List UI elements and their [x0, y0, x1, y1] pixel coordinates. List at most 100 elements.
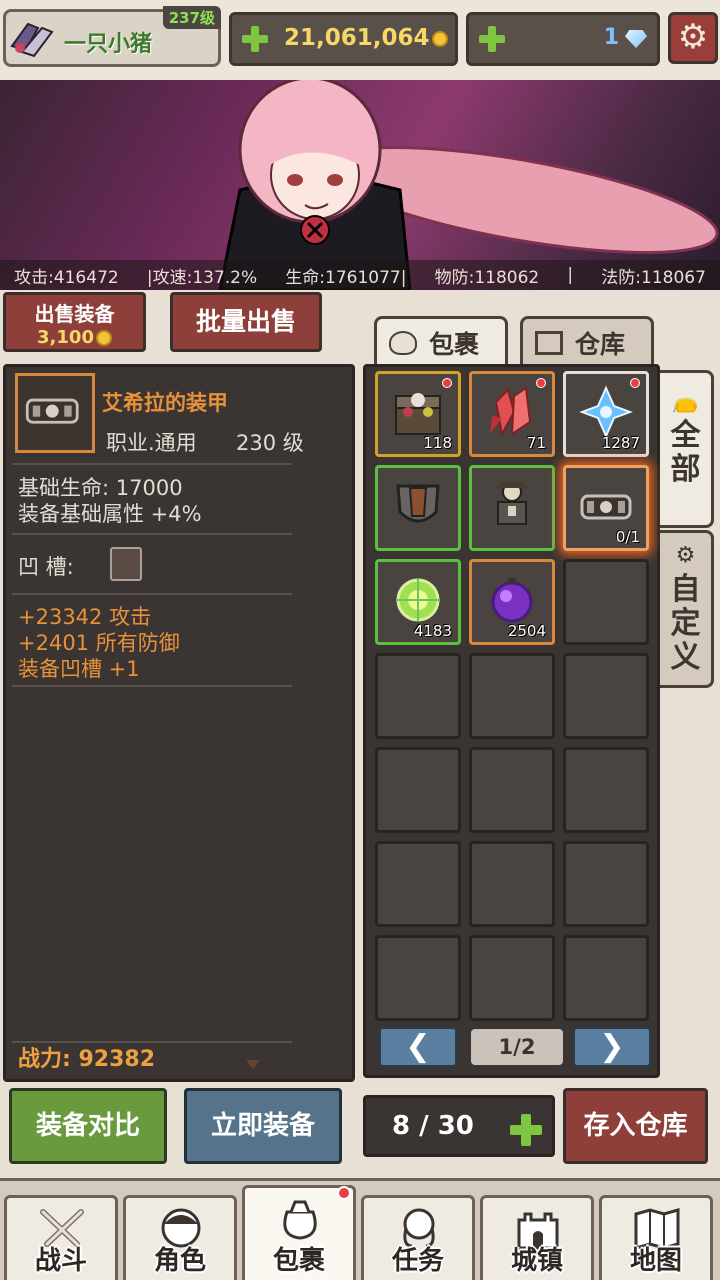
inventory-slot-empty[interactable]: [563, 559, 649, 645]
diamond-icon: [625, 30, 647, 48]
inventory-slot-filled[interactable]: 1287: [563, 371, 649, 457]
nav-battle[interactable]: 战斗: [4, 1195, 118, 1280]
inventory-panel: 118 71 1287 0/1 4183 2504 ❮ 1/2 ❯: [363, 364, 660, 1078]
armor-icon: [580, 494, 632, 520]
tab-bag-label: 包裹: [429, 330, 480, 359]
inventory-slot-empty[interactable]: [375, 747, 461, 833]
gold-amount: 21,061,064: [284, 25, 448, 51]
socket-label: 凹 槽:: [18, 555, 74, 579]
gear-icon: ⚙: [677, 17, 709, 57]
divider: [12, 593, 292, 595]
item-level: 230 级: [236, 431, 304, 455]
socket-slot[interactable]: [110, 547, 142, 581]
coin-icon: [431, 30, 448, 47]
stat-attack-speed: |攻速:137.2%: [146, 267, 258, 288]
inventory-slot-empty[interactable]: [375, 653, 461, 739]
new-item-dot: [536, 378, 546, 388]
inventory-slot-filled[interactable]: [469, 465, 555, 551]
inventory-slot-filled[interactable]: 4183: [375, 559, 461, 645]
tab-bag[interactable]: 包裹: [374, 316, 508, 364]
armor-figure-icon: [496, 482, 528, 525]
player-info[interactable]: 一只小猪 237级: [3, 6, 221, 67]
base-attr: 装备基础属性 +4%: [18, 502, 202, 526]
settings-button[interactable]: ⚙: [668, 12, 718, 64]
item-count: 118: [423, 434, 452, 452]
item-count: 71: [526, 434, 546, 452]
inventory-slot-empty[interactable]: [563, 841, 649, 927]
blue-crystal-icon: [579, 385, 633, 439]
nav-town[interactable]: 城镇: [480, 1195, 594, 1280]
item-name: 艾希拉的装甲: [102, 391, 228, 415]
page-indicator: 1/2: [471, 1029, 563, 1065]
inventory-slot-empty[interactable]: [469, 653, 555, 739]
inventory-slot-empty[interactable]: [469, 841, 555, 927]
gem-amount: 1: [603, 25, 619, 50]
inventory-slot-empty[interactable]: [469, 747, 555, 833]
inventory-slot-empty[interactable]: [563, 747, 649, 833]
inventory-slot-filled[interactable]: [375, 465, 461, 551]
inventory-slot-empty[interactable]: [563, 653, 649, 739]
coin-icon: [95, 330, 112, 346]
player-avatar-icon: [10, 22, 54, 58]
nav-bag[interactable]: 包裹: [242, 1185, 356, 1280]
inventory-grid: 118 71 1287 0/1 4183 2504: [375, 371, 649, 1021]
inventory-slot-filled[interactable]: 71: [469, 371, 555, 457]
gear-icon: ⚙: [675, 543, 696, 568]
new-item-dot: [630, 378, 640, 388]
inventory-slot-filled[interactable]: 118: [375, 371, 461, 457]
stat-phys-def: 物防:118062: [434, 267, 540, 288]
nav-label: 任务: [391, 1246, 444, 1276]
inventory-slot-filled[interactable]: 0/1: [563, 465, 649, 551]
purple-orb-icon: [491, 578, 533, 623]
filter-all-char: 全: [670, 418, 701, 453]
item-class: 职业.通用: [106, 431, 197, 455]
nav-character[interactable]: 角色: [123, 1195, 237, 1280]
nav-label: 地图: [629, 1246, 682, 1276]
next-page-button[interactable]: ❯: [573, 1027, 651, 1067]
filter-all-tab[interactable]: 👝 全 部: [660, 370, 714, 528]
prev-page-button[interactable]: ❮: [379, 1027, 457, 1067]
divider: [12, 685, 292, 687]
nav-map[interactable]: 地图: [599, 1195, 713, 1280]
red-crystal-icon: [490, 386, 532, 437]
equip-now-button[interactable]: 立即装备: [184, 1088, 342, 1164]
compare-button[interactable]: 装备对比: [9, 1088, 167, 1164]
top-bar: 一只小猪 237级 21,061,064 1 ⚙: [0, 0, 720, 80]
stats-row: 攻击:416472 |攻速:137.2% 生命:1761077| 物防:1180…: [0, 260, 720, 290]
item-detail-panel: 艾希拉的装甲 职业.通用 230 级 基础生命: 17000 装备基础属性 +4…: [3, 364, 355, 1082]
filter-all-char: 部: [670, 452, 701, 487]
add-gem-icon[interactable]: [479, 26, 505, 52]
deposit-storage-button[interactable]: 存入仓库: [563, 1088, 708, 1164]
bag-icon: [389, 331, 417, 355]
inventory-slot-filled[interactable]: 2504: [469, 559, 555, 645]
item-count: 0/1: [615, 528, 640, 546]
nav-quest[interactable]: 任务: [361, 1195, 475, 1280]
bag-icon: 👝: [671, 389, 700, 414]
armor-icon: [25, 398, 79, 424]
player-name: 一只小猪: [64, 32, 153, 57]
bonus-socket: 装备凹槽 +1: [18, 657, 140, 681]
nav-label: 战斗: [34, 1246, 87, 1276]
tab-storage[interactable]: 仓库: [520, 316, 654, 364]
filter-custom-char: 自: [670, 572, 701, 607]
bulk-sell-button[interactable]: 批量出售: [170, 292, 322, 352]
inventory-slot-empty[interactable]: [375, 935, 461, 1021]
treasure-chest-icon: [395, 393, 441, 435]
stat-attack: 攻击:416472: [14, 267, 119, 288]
inventory-slot-empty[interactable]: [563, 935, 649, 1021]
notification-dot: [337, 1186, 351, 1200]
inventory-slot-empty[interactable]: [375, 841, 461, 927]
add-gold-icon[interactable]: [242, 26, 268, 52]
filter-custom-char: 定: [670, 606, 701, 641]
expand-capacity-icon[interactable]: [510, 1114, 542, 1146]
sell-equipment-button[interactable]: 出售装备 3,100: [3, 292, 146, 352]
filter-custom-tab[interactable]: ⚙ 自 定 义: [660, 530, 714, 688]
green-orb-icon: [396, 578, 440, 622]
nav-label: 包裹: [272, 1246, 325, 1276]
storage-box-icon: [535, 331, 563, 355]
chevron-left-icon: ❮: [405, 1029, 431, 1064]
gem-currency: 1: [466, 12, 660, 66]
gold-currency: 21,061,064: [229, 12, 458, 66]
inventory-slot-empty[interactable]: [469, 935, 555, 1021]
character-portrait-icon: [218, 80, 719, 290]
